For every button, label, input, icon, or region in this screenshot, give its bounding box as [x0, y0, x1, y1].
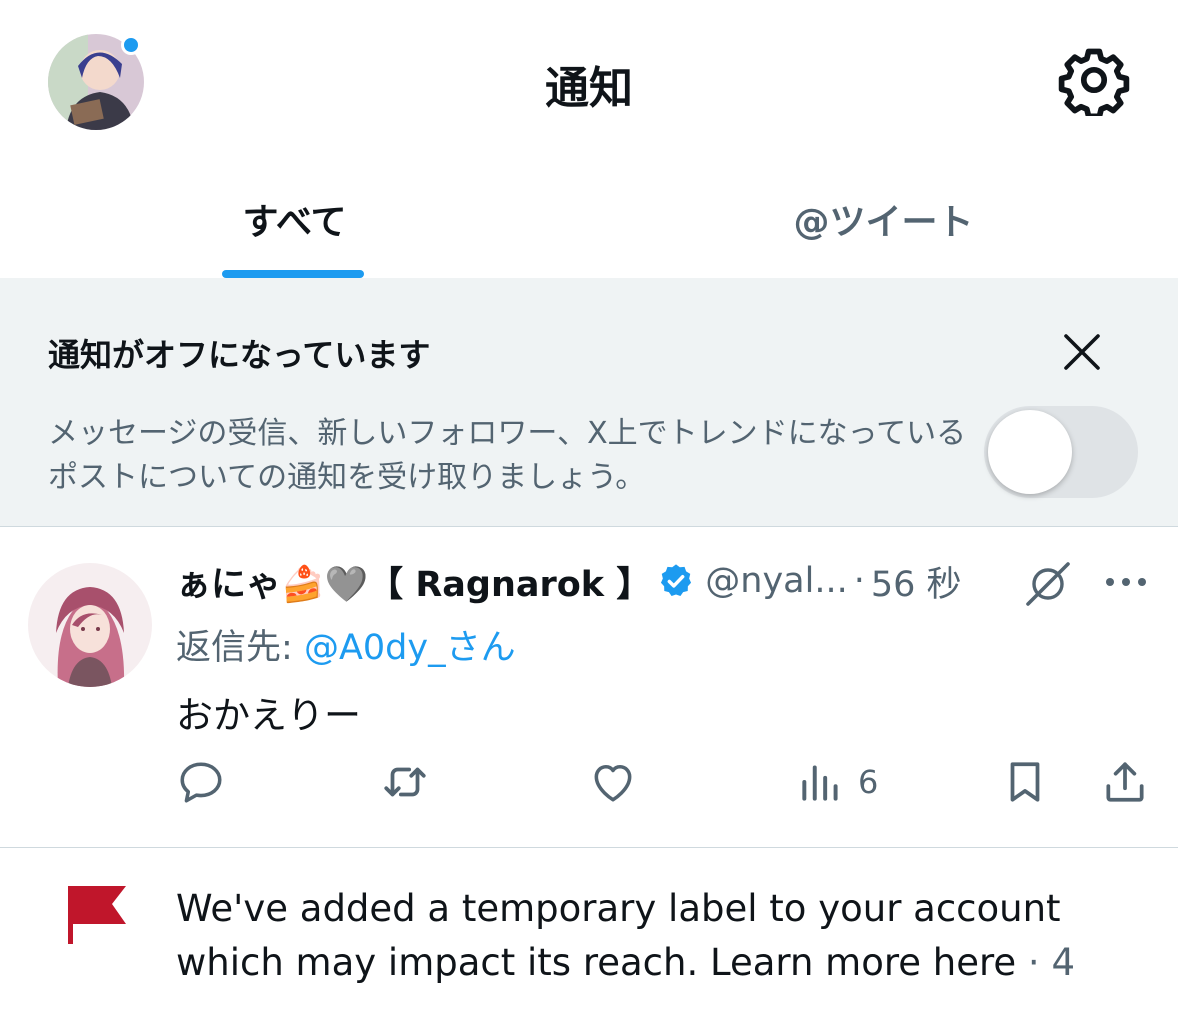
gear-icon — [1058, 48, 1130, 120]
account-label-notification[interactable]: We've added a temporary label to your ac… — [0, 848, 1178, 1017]
notifications-off-banner: 通知がオフになっています メッセージの受信、新しいフォロワー、X上でトレンドにな… — [0, 278, 1178, 526]
bar-chart-icon — [802, 765, 838, 801]
reply-prefix: 返信先: — [176, 628, 293, 668]
reply-button[interactable] — [176, 755, 226, 809]
author-handle[interactable]: @nyal... — [705, 561, 847, 601]
banner-close-button[interactable] — [1058, 328, 1106, 376]
tweet-header: ぁにゃ🍰🩶【 Ragnarok 】 @nyal... · 56 秒 — [176, 557, 962, 605]
page-title: 通知 — [545, 63, 633, 114]
views-button[interactable]: 6 — [796, 755, 878, 809]
tweet-author-avatar[interactable] — [28, 563, 152, 687]
flag-icon — [68, 886, 126, 944]
notice-message: We've added a temporary label to your ac… — [176, 887, 1061, 984]
notice-time: · 4 — [1027, 941, 1075, 984]
tab-mentions[interactable]: @ツイート — [589, 160, 1178, 278]
tweet-timestamp[interactable]: 56 秒 — [871, 556, 962, 607]
grok-icon — [1026, 562, 1070, 606]
more-options-button[interactable] — [1102, 566, 1150, 598]
settings-button[interactable] — [1058, 44, 1130, 120]
bookmark-button[interactable] — [1000, 755, 1050, 809]
like-button[interactable] — [588, 755, 638, 809]
separator-dot: · — [853, 561, 865, 601]
grok-button[interactable] — [1022, 560, 1074, 608]
tweet-text: おかえりー — [176, 694, 361, 737]
toggle-knob — [988, 410, 1072, 494]
repost-button[interactable] — [380, 755, 430, 809]
verified-badge-icon — [661, 564, 692, 597]
share-icon — [1106, 762, 1144, 802]
reply-mention[interactable]: @A0dy_さん — [304, 628, 516, 668]
reply-context: 返信先: @A0dy_さん — [176, 619, 516, 670]
more-horizontal-icon — [1106, 578, 1146, 586]
tweet-item[interactable]: ぁにゃ🍰🩶【 Ragnarok 】 @nyal... · 56 秒 返信先: @… — [0, 527, 1178, 847]
notice-text: We've added a temporary label to your ac… — [176, 882, 1136, 990]
bookmark-icon — [1010, 762, 1040, 802]
share-button[interactable] — [1100, 755, 1150, 809]
top-bar: 通知 — [0, 0, 1178, 160]
user-avatar-icon — [28, 563, 152, 687]
repost-icon — [384, 767, 426, 797]
notifications-toggle[interactable] — [984, 406, 1138, 498]
tab-all[interactable]: すべて — [0, 160, 589, 278]
views-count: 6 — [858, 763, 879, 801]
heart-icon — [594, 765, 632, 802]
notification-tabs: すべて @ツイート — [0, 160, 1178, 278]
banner-title: 通知がオフになっています — [48, 336, 431, 374]
reply-icon — [180, 762, 222, 803]
author-name[interactable]: ぁにゃ🍰🩶【 Ragnarok 】 — [176, 556, 651, 607]
close-icon — [1064, 334, 1100, 370]
banner-description: メッセージの受信、新しいフォロワー、X上でトレンドになっているポストについての通… — [48, 416, 967, 495]
active-tab-indicator — [222, 270, 364, 278]
